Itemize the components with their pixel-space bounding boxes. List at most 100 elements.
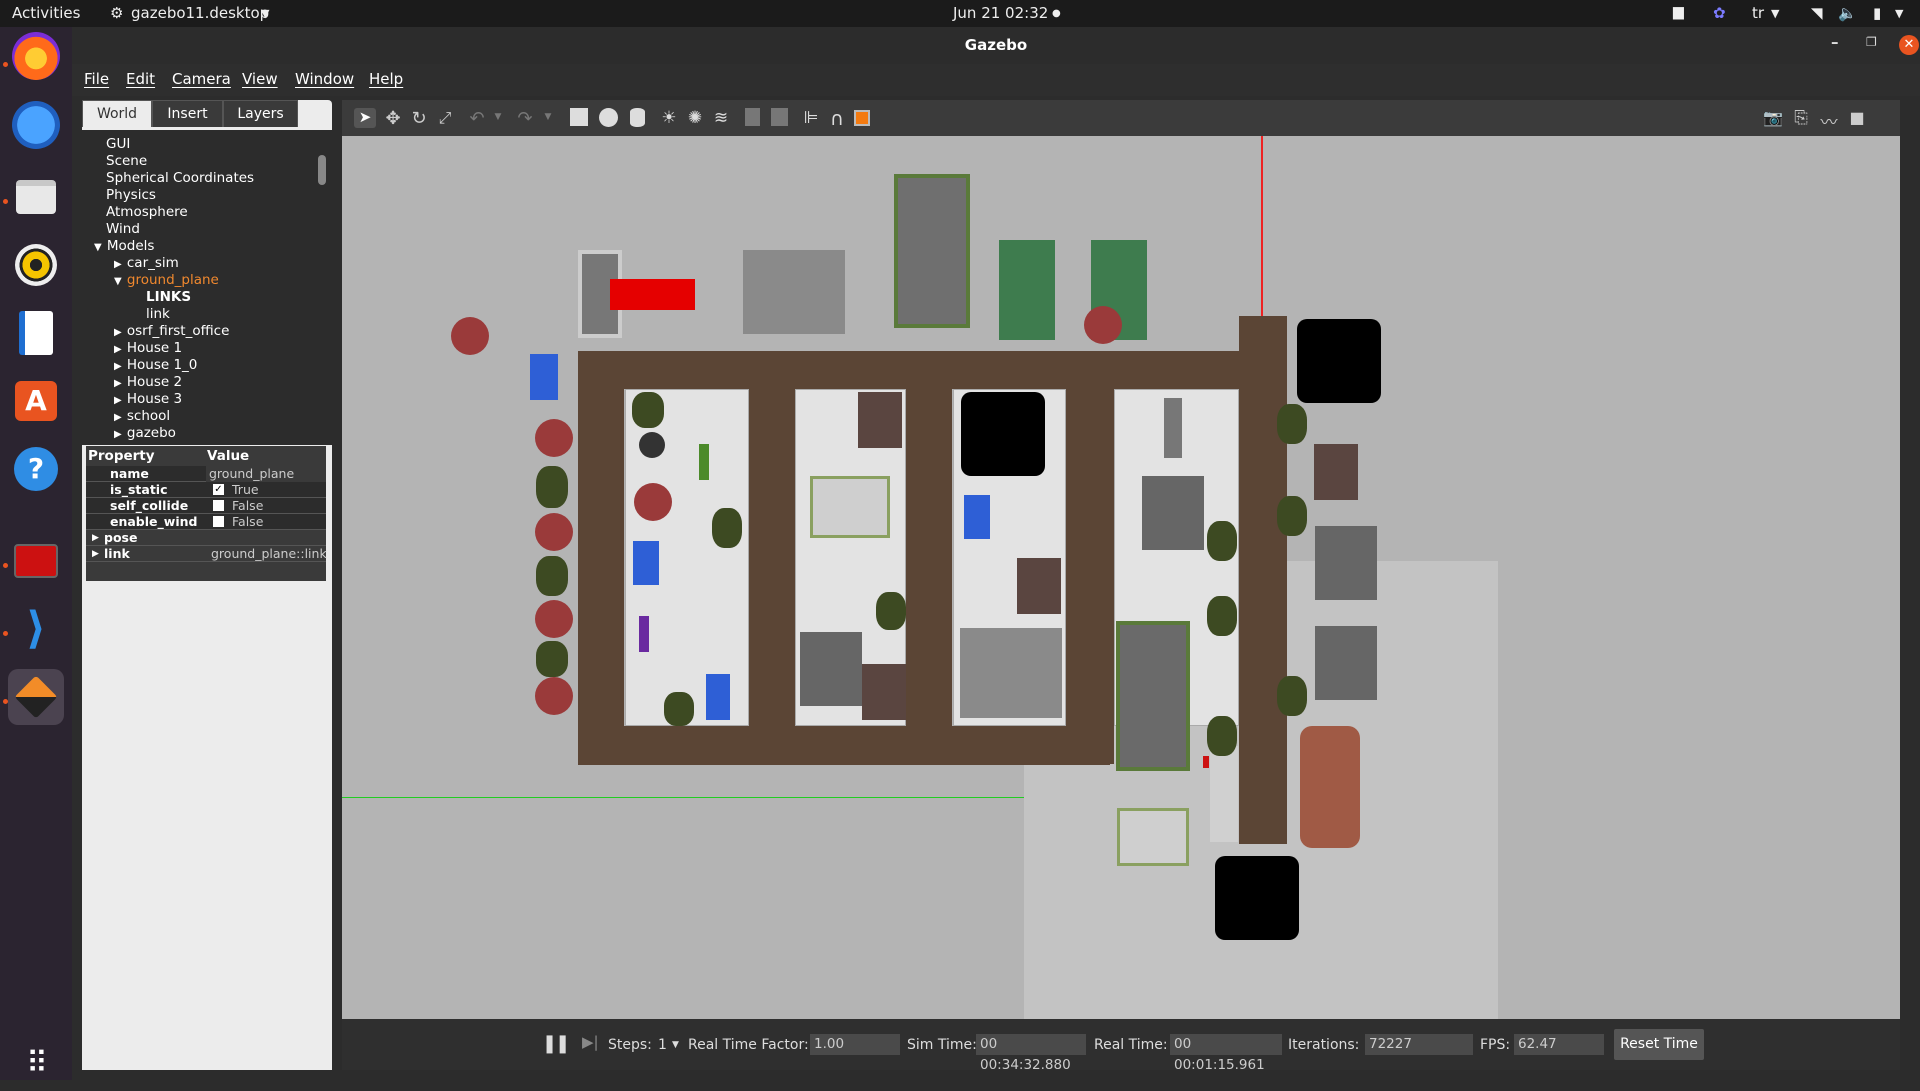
tree-item[interactable]: ▼ ground_plane <box>114 272 219 289</box>
property-value[interactable]: False <box>206 514 326 530</box>
menu-help[interactable]: Help <box>369 70 403 88</box>
point-light-icon[interactable]: ☀ <box>658 108 680 128</box>
undo-icon[interactable]: ↶ <box>466 108 488 129</box>
checkbox[interactable] <box>213 500 224 511</box>
help-icon[interactable]: ? <box>8 441 64 497</box>
tree-item[interactable]: GUI <box>106 136 130 153</box>
change-view-icon[interactable] <box>854 108 876 128</box>
video-record-icon[interactable]: ■ <box>1846 108 1868 128</box>
thunderbird-icon[interactable] <box>12 101 60 149</box>
menu-camera[interactable]: Camera <box>172 70 231 88</box>
close-icon[interactable]: ✕ <box>1899 35 1919 55</box>
reset-time-button[interactable]: Reset Time <box>1614 1029 1704 1060</box>
language-indicator[interactable]: tr <box>1752 4 1764 22</box>
tree-item[interactable]: ▶ House 2 <box>114 374 182 391</box>
triangle-right-icon[interactable]: ▶ <box>114 429 125 440</box>
tab-insert[interactable]: Insert <box>152 100 223 127</box>
property-value[interactable]: ✓ True <box>206 482 326 498</box>
tree-item[interactable]: ▶ House 1_0 <box>114 357 197 374</box>
cylinder-shape-icon[interactable] <box>628 108 650 128</box>
snap-magnet-icon[interactable]: ∩ <box>826 108 848 130</box>
chevron-down-icon[interactable]: ▼ <box>537 112 559 132</box>
menu-edit[interactable]: Edit <box>126 70 155 88</box>
property-row[interactable]: self_collide False <box>86 498 326 514</box>
window-title-bar[interactable]: Gazebo – ❐ ✕ <box>72 27 1920 64</box>
app-menu-button[interactable]: gazebo11.desktop <box>131 4 269 22</box>
tree-item[interactable]: Atmosphere <box>106 204 188 221</box>
checkbox[interactable] <box>213 516 224 527</box>
files-tray-icon[interactable]: ▆ <box>1673 4 1684 20</box>
wifi-icon[interactable]: ◥ <box>1811 4 1823 22</box>
firefox-icon[interactable] <box>12 32 60 80</box>
triangle-right-icon[interactable]: ▶ <box>114 327 125 338</box>
vscode-icon[interactable]: ⟩ <box>8 601 64 657</box>
triangle-right-icon[interactable]: ▶ <box>114 344 125 355</box>
software-center-icon[interactable]: A <box>8 373 64 429</box>
triangle-right-icon[interactable]: ▶ <box>92 549 99 559</box>
activities-button[interactable]: Activities <box>12 4 80 22</box>
property-row[interactable]: name ground_plane <box>86 466 326 482</box>
tab-layers[interactable]: Layers <box>223 100 298 127</box>
property-row[interactable]: enable_wind False <box>86 514 326 530</box>
tree-item[interactable]: LINKS <box>146 289 191 306</box>
chevron-down-icon[interactable]: ▼ <box>487 112 509 132</box>
tree-scrollbar[interactable] <box>318 155 326 185</box>
tree-item[interactable]: ▶ car_sim <box>114 255 179 272</box>
volume-icon[interactable]: 🔈 <box>1838 4 1857 22</box>
checkbox[interactable]: ✓ <box>213 484 224 495</box>
tree-item[interactable]: ▶ school <box>114 408 170 425</box>
triangle-right-icon[interactable]: ▶ <box>114 378 125 389</box>
log-data-icon[interactable]: ⎘ <box>1790 108 1812 128</box>
tree-item[interactable]: ▶ osrf_first_office <box>114 323 229 340</box>
align-icon[interactable]: ⊫ <box>800 108 822 128</box>
step-icon[interactable]: ▶| <box>582 1033 599 1051</box>
tab-world[interactable]: World <box>82 100 152 127</box>
triangle-right-icon[interactable]: ▶ <box>114 361 125 372</box>
tree-item[interactable]: Physics <box>106 187 156 204</box>
menu-view[interactable]: View <box>242 70 278 88</box>
tree-item[interactable]: ▶ House 3 <box>114 391 182 408</box>
rhythmbox-icon[interactable] <box>8 237 64 293</box>
plot-icon[interactable]: 〰 <box>1818 108 1840 133</box>
scale-mode-icon[interactable]: ⤢ <box>434 108 456 128</box>
redo-icon[interactable]: ↷ <box>514 108 536 129</box>
sphere-shape-icon[interactable] <box>599 108 621 128</box>
clock[interactable]: Jun 21 02:32 <box>953 4 1048 22</box>
select-mode-icon[interactable]: ➤ <box>354 108 376 128</box>
copy-icon[interactable] <box>742 108 764 128</box>
minimize-icon[interactable]: – <box>1831 33 1839 51</box>
tree-item[interactable]: ▶ gazebo <box>114 425 176 442</box>
tree-item[interactable]: ▼ Models <box>94 238 154 255</box>
terminal-app-icon[interactable] <box>8 533 64 589</box>
triangle-down-icon[interactable]: ▼ <box>114 276 125 287</box>
tree-item[interactable]: ▶ House 1 <box>114 340 182 357</box>
screenshot-camera-icon[interactable]: 📷 <box>1762 108 1784 128</box>
rotate-mode-icon[interactable]: ↻ <box>408 108 430 129</box>
triangle-right-icon[interactable]: ▶ <box>92 533 99 543</box>
property-row[interactable]: is_static ✓ True <box>86 482 326 498</box>
property-value[interactable]: False <box>206 498 326 514</box>
show-apps-grid-icon[interactable]: ⠿ <box>8 1035 64 1091</box>
directional-light-icon[interactable]: ≋ <box>710 108 732 128</box>
chevron-down-icon[interactable]: ▼ <box>672 1040 679 1050</box>
property-row[interactable]: ▶ link ground_plane::link <box>86 546 327 562</box>
property-value[interactable]: ground_plane <box>206 466 326 482</box>
scene-viewport[interactable] <box>342 136 1900 1019</box>
tree-item[interactable]: Spherical Coordinates <box>106 170 254 187</box>
network-tray-icon[interactable]: ✿ <box>1713 4 1726 22</box>
tree-item[interactable]: Scene <box>106 153 147 170</box>
battery-icon[interactable]: ▮ <box>1873 4 1881 22</box>
menu-file[interactable]: File <box>84 70 109 88</box>
maximize-icon[interactable]: ❐ <box>1866 35 1877 49</box>
box-shape-icon[interactable] <box>570 108 592 128</box>
menu-window[interactable]: Window <box>295 70 354 88</box>
tree-item[interactable]: link <box>146 306 170 323</box>
triangle-right-icon[interactable]: ▶ <box>114 412 125 423</box>
paste-icon[interactable] <box>768 108 790 128</box>
gazebo-dock-icon[interactable] <box>8 669 64 725</box>
spot-light-icon[interactable]: ✺ <box>684 108 706 128</box>
writer-icon[interactable] <box>8 305 64 361</box>
files-icon[interactable] <box>8 169 64 225</box>
steps-value[interactable]: 1 <box>658 1037 667 1053</box>
triangle-right-icon[interactable]: ▶ <box>114 259 125 270</box>
